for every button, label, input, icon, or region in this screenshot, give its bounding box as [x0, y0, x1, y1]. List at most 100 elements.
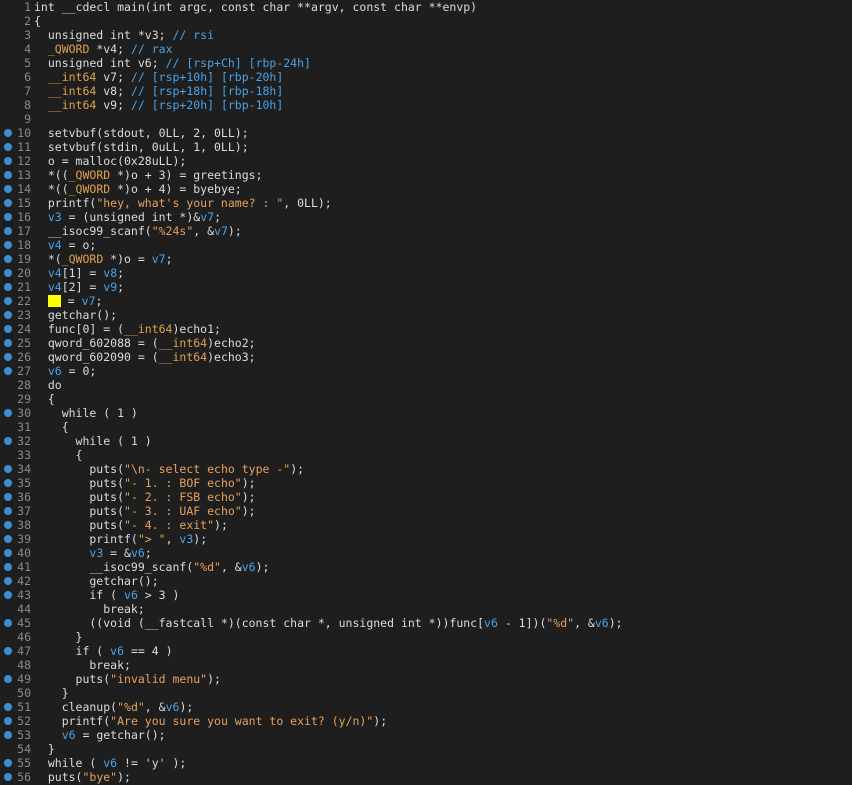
code-text[interactable]: ((void (__fastcall *)(const char *, unsi… [34, 616, 622, 630]
code-text[interactable]: getchar(); [34, 308, 117, 322]
code-text[interactable]: v4[1] = v8; [34, 266, 124, 280]
code-line[interactable]: 27 v6 = 0; [0, 364, 852, 378]
code-text[interactable]: v6 = 0; [34, 364, 96, 378]
code-text[interactable]: setvbuf(stdout, 0LL, 2, 0LL); [34, 126, 249, 140]
code-text[interactable]: printf("Are you sure you want to exit? (… [34, 714, 387, 728]
code-line[interactable]: 24 func[0] = (__int64)echo1; [0, 322, 852, 336]
code-text[interactable]: puts("- 2. : FSB echo"); [34, 490, 255, 504]
code-text[interactable]: __int64 v7; // [rsp+10h] [rbp-20h] [34, 70, 283, 84]
code-text[interactable]: puts("- 3. : UAF echo"); [34, 504, 255, 518]
code-text[interactable]: unsigned int v6; // [rsp+Ch] [rbp-24h] [34, 56, 311, 70]
code-text[interactable]: break; [34, 658, 131, 672]
code-line[interactable]: 23 getchar(); [0, 308, 852, 322]
code-line[interactable]: 56 puts("bye"); [0, 770, 852, 784]
code-text[interactable]: } [34, 742, 55, 756]
code-line[interactable]: 14 *((_QWORD *)o + 4) = byebye; [0, 182, 852, 196]
code-line[interactable]: 17 __isoc99_scanf("%24s", &v7); [0, 224, 852, 238]
code-text[interactable]: { [34, 448, 83, 462]
code-line[interactable]: 41 __isoc99_scanf("%d", &v6); [0, 560, 852, 574]
code-text[interactable]: puts("- 1. : BOF echo"); [34, 476, 255, 490]
code-text[interactable]: _QWORD *v4; // rax [34, 42, 173, 56]
code-text[interactable]: int __cdecl main(int argc, const char **… [34, 0, 477, 14]
code-line[interactable]: 19 *(_QWORD *)o = v7; [0, 252, 852, 266]
code-line[interactable]: 34 puts("\n- select echo type -"); [0, 462, 852, 476]
code-text[interactable]: qword_602090 = (__int64)echo3; [34, 350, 256, 364]
code-line[interactable]: 33 { [0, 448, 852, 462]
code-line[interactable]: 36 puts("- 2. : FSB echo"); [0, 490, 852, 504]
code-text[interactable]: puts("- 4. : exit"); [34, 518, 228, 532]
code-text[interactable]: = v7; [34, 294, 102, 308]
code-text[interactable]: func[0] = (__int64)echo1; [34, 322, 221, 336]
code-line[interactable]: 3 unsigned int *v3; // rsi [0, 28, 852, 42]
code-text[interactable]: qword_602088 = (__int64)echo2; [34, 336, 256, 350]
code-text[interactable]: v6 = getchar(); [34, 728, 166, 742]
code-line[interactable]: 53 v6 = getchar(); [0, 728, 852, 742]
code-text[interactable]: { [34, 420, 69, 434]
pseudocode-editor[interactable]: 1 int __cdecl main(int argc, const char *… [0, 0, 852, 785]
code-text[interactable]: } [34, 630, 83, 644]
code-line[interactable]: 51 cleanup("%d", &v6); [0, 700, 852, 714]
code-text[interactable]: *((_QWORD *)o + 4) = byebye; [34, 182, 242, 196]
code-text[interactable]: while ( v6 != 'y' ); [34, 756, 187, 770]
code-line[interactable]: 48 break; [0, 658, 852, 672]
code-line[interactable]: 16 v3 = (unsigned int *)&v7; [0, 210, 852, 224]
code-line[interactable]: 20 v4[1] = v8; [0, 266, 852, 280]
code-text[interactable]: o = malloc(0x28uLL); [34, 154, 186, 168]
code-line[interactable]: 30 while ( 1 ) [0, 406, 852, 420]
code-line[interactable]: 49 puts("invalid menu"); [0, 672, 852, 686]
code-text[interactable]: do [34, 378, 62, 392]
code-line[interactable]: 5 unsigned int v6; // [rsp+Ch] [rbp-24h] [0, 56, 852, 70]
code-line[interactable]: 25 qword_602088 = (__int64)echo2; [0, 336, 852, 350]
code-line[interactable]: 1 int __cdecl main(int argc, const char *… [0, 0, 852, 14]
code-text[interactable]: *((_QWORD *)o + 3) = greetings; [34, 168, 263, 182]
code-line[interactable]: 8 __int64 v9; // [rsp+20h] [rbp-10h] [0, 98, 852, 112]
code-text[interactable]: } [34, 686, 69, 700]
code-line[interactable]: 4 _QWORD *v4; // rax [0, 42, 852, 56]
code-line[interactable]: 31 { [0, 420, 852, 434]
code-line[interactable]: 22 = v7; [0, 294, 852, 308]
code-text[interactable]: { [34, 14, 41, 28]
code-text[interactable]: unsigned int *v3; // rsi [34, 28, 214, 42]
code-text[interactable]: printf("hey, what's your name? : ", 0LL)… [34, 196, 332, 210]
code-line[interactable]: 12 o = malloc(0x28uLL); [0, 154, 852, 168]
code-text[interactable]: printf("> ", v3); [34, 532, 207, 546]
code-text[interactable]: if ( v6 == 4 ) [34, 644, 173, 658]
code-line[interactable]: 44 break; [0, 602, 852, 616]
code-text[interactable]: while ( 1 ) [34, 434, 152, 448]
code-line[interactable]: 21 v4[2] = v9; [0, 280, 852, 294]
code-line[interactable]: 54 } [0, 742, 852, 756]
code-text[interactable]: getchar(); [34, 574, 158, 588]
code-line[interactable]: 32 while ( 1 ) [0, 434, 852, 448]
code-line[interactable]: 55 while ( v6 != 'y' ); [0, 756, 852, 770]
code-line[interactable]: 37 puts("- 3. : UAF echo"); [0, 504, 852, 518]
code-text[interactable]: puts("\n- select echo type -"); [34, 462, 304, 476]
code-line[interactable]: 39 printf("> ", v3); [0, 532, 852, 546]
code-text[interactable]: __int64 v9; // [rsp+20h] [rbp-10h] [34, 98, 283, 112]
code-text[interactable]: puts("bye"); [34, 770, 131, 784]
code-line[interactable]: 26 qword_602090 = (__int64)echo3; [0, 350, 852, 364]
code-line[interactable]: 42 getchar(); [0, 574, 852, 588]
code-line[interactable]: 40 v3 = &v6; [0, 546, 852, 560]
code-text[interactable]: puts("invalid menu"); [34, 672, 221, 686]
code-line[interactable]: 15 printf("hey, what's your name? : ", 0… [0, 196, 852, 210]
code-text[interactable]: v4[2] = v9; [34, 280, 124, 294]
code-line[interactable]: 35 puts("- 1. : BOF echo"); [0, 476, 852, 490]
code-line[interactable]: 13 *((_QWORD *)o + 3) = greetings; [0, 168, 852, 182]
code-text[interactable]: __int64 v8; // [rsp+18h] [rbp-18h] [34, 84, 283, 98]
code-text[interactable]: { [34, 392, 55, 406]
code-text[interactable]: setvbuf(stdin, 0uLL, 1, 0LL); [34, 140, 249, 154]
code-text[interactable]: v3 = (unsigned int *)&v7; [34, 210, 221, 224]
code-line[interactable]: 18 v4 = o; [0, 238, 852, 252]
code-line[interactable]: 52 printf("Are you sure you want to exit… [0, 714, 852, 728]
code-text[interactable]: __isoc99_scanf("%24s", &v7); [34, 224, 242, 238]
code-text[interactable]: break; [34, 602, 145, 616]
code-line[interactable]: 29 { [0, 392, 852, 406]
code-text[interactable]: while ( 1 ) [34, 406, 138, 420]
code-line[interactable]: 7 __int64 v8; // [rsp+18h] [rbp-18h] [0, 84, 852, 98]
code-text[interactable]: cleanup("%d", &v6); [34, 700, 194, 714]
code-line[interactable]: 28 do [0, 378, 852, 392]
code-line[interactable]: 50 } [0, 686, 852, 700]
code-line[interactable]: 47 if ( v6 == 4 ) [0, 644, 852, 658]
code-line[interactable]: 46 } [0, 630, 852, 644]
code-line[interactable]: 9 [0, 112, 852, 126]
